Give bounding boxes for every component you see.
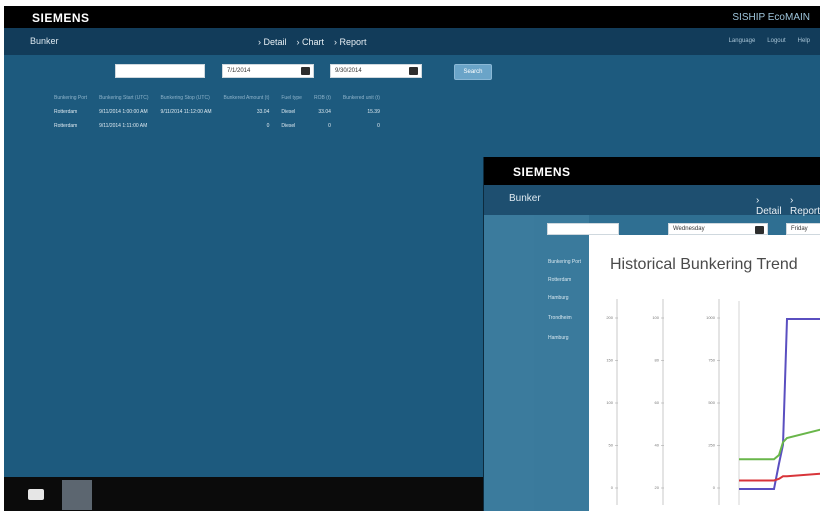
nav-detail[interactable]: › Detail <box>258 37 287 47</box>
tick-label: 200 <box>606 315 613 320</box>
date-from-input[interactable]: 7/1/2014 <box>222 64 314 78</box>
siemens-logo: SIEMENS <box>32 11 90 25</box>
table-header-row: Bunkering Port Bunkering Start (UTC) Bun… <box>48 92 386 105</box>
cell-port: Rotterdam <box>54 109 78 115</box>
top-bar: SIEMENS SISHIP EcoMAIN <box>4 6 820 28</box>
nav-chart-label: Chart <box>302 37 325 47</box>
col-header[interactable]: Bunkered unit (t) <box>337 92 386 105</box>
app-name: SISHIP EcoMAIN <box>732 12 810 23</box>
date-to-input[interactable]: 9/30/2014 <box>330 64 422 78</box>
tick-label: 20 <box>655 485 660 490</box>
front-date-to-value: Friday <box>791 226 808 232</box>
calendar-icon[interactable] <box>409 67 418 75</box>
col-header[interactable]: Bunkered Amount (t) <box>218 92 276 105</box>
taskbar-thumbnail[interactable] <box>62 480 92 510</box>
front-nav-bar: Bunker › Detail › Report <box>484 185 820 217</box>
list-item[interactable]: Hamburg <box>548 335 569 341</box>
tick-label: 60 <box>655 400 660 405</box>
tick-label: 80 <box>655 358 660 363</box>
nav-chart[interactable]: › Chart <box>297 37 325 47</box>
col-header[interactable]: Bunkering Port <box>48 92 93 105</box>
cell-rob: 33.04 <box>318 109 331 115</box>
series-line <box>739 428 820 461</box>
front-date-from-value: Wednesday <box>673 226 705 232</box>
list-item[interactable]: Hamburg <box>548 295 569 301</box>
list-item[interactable]: Bunkering Port <box>548 259 581 265</box>
tick-label: 100 <box>652 315 659 320</box>
cell-fuel: Diesel <box>281 109 296 115</box>
cell-stop: 9/11/2014 11:12:00 AM <box>160 109 212 115</box>
series-line <box>739 318 820 490</box>
front-nav-report[interactable]: › Report <box>790 195 820 217</box>
col-header[interactable]: Fuel type <box>275 92 308 105</box>
nav-links: › Detail › Chart › Report <box>258 37 367 47</box>
tick-label: 0 <box>611 485 614 490</box>
foreground-window: SIEMENS Bunker › Detail › Report Bunkeri… <box>483 157 820 511</box>
nav-utilities: Language Logout Help <box>729 38 810 44</box>
front-page-title: Bunker <box>509 193 541 204</box>
front-date-to[interactable]: Friday <box>786 223 820 235</box>
page-title: Bunker <box>30 36 59 46</box>
list-item[interactable]: Trondheim <box>548 315 572 321</box>
front-nav-detail-label: Detail <box>756 206 782 217</box>
col-header[interactable]: Bunkering Stop (UTC) <box>155 92 218 105</box>
tick-label: 40 <box>655 443 660 448</box>
cell-amount: 0 <box>266 123 270 129</box>
language-link[interactable]: Language <box>729 38 756 44</box>
nav-report[interactable]: › Report <box>334 37 367 47</box>
series-line <box>739 472 820 482</box>
chart-popup: Historical Bunkering Trend 0 50 100 150 200 2… <box>589 235 820 511</box>
cell-unit: 15.39 <box>367 109 380 115</box>
nav-report-label: Report <box>339 37 367 47</box>
bunker-table: Bunkering Port Bunkering Start (UTC) Bun… <box>48 92 386 133</box>
nav-detail-label: Detail <box>263 37 287 47</box>
cell-amount: 33.04 <box>256 109 270 115</box>
tick-label: 150 <box>606 358 613 363</box>
tick-label: 50 <box>609 443 614 448</box>
table-row[interactable]: Rotterdam 9/11/2014 1:00:00 AM 9/11/2014… <box>48 105 386 119</box>
cell-port: Rotterdam <box>54 123 78 129</box>
chart-canvas: 0501001502002040608010002505007501000 <box>606 299 820 505</box>
list-item[interactable]: Rotterdam <box>548 277 571 283</box>
cell-unit: 0 <box>377 123 380 129</box>
cell-fuel: Diesel <box>281 123 296 129</box>
col-header[interactable]: Bunkering Start (UTC) <box>93 92 154 105</box>
table-row[interactable]: Rotterdam 9/11/2014 1:11:00 AM 0 Diesel … <box>48 119 386 133</box>
cell-start: 9/11/2014 1:11:00 AM <box>99 123 148 129</box>
tick-label: 250 <box>708 443 715 448</box>
col-header[interactable]: ROB (t) <box>308 92 337 105</box>
front-nav-links: › Detail › Report <box>756 195 820 217</box>
front-sidebar-list: Bunkering Port Rotterdam Hamburg Trondhe… <box>534 215 589 511</box>
tick-label: 1000 <box>706 315 716 320</box>
tick-label: 0 <box>713 485 716 490</box>
tick-label: 100 <box>606 400 613 405</box>
port-input[interactable] <box>115 64 205 78</box>
date-to-value: 9/30/2014 <box>335 68 362 74</box>
nav-bar: Bunker › Detail › Chart › Report Languag… <box>4 28 820 55</box>
front-date-from[interactable]: Wednesday <box>668 223 768 235</box>
calendar-icon[interactable] <box>301 67 310 75</box>
front-sidebar <box>484 215 534 511</box>
front-top-bar: SIEMENS <box>484 157 820 185</box>
search-button[interactable]: Search <box>454 64 492 80</box>
logout-link[interactable]: Logout <box>767 38 785 44</box>
front-port-input[interactable] <box>547 223 619 235</box>
front-nav-report-label: Report <box>789 206 820 217</box>
date-from-value: 7/1/2014 <box>227 68 251 74</box>
cell-stop <box>155 119 218 133</box>
tick-label: 750 <box>708 358 715 363</box>
tick-label: 500 <box>708 400 715 405</box>
cell-rob: 0 <box>328 123 331 129</box>
siemens-logo: SIEMENS <box>513 165 571 179</box>
help-link[interactable]: Help <box>798 38 810 44</box>
window-switch-icon[interactable] <box>28 489 44 500</box>
front-nav-detail[interactable]: › Detail <box>756 195 782 217</box>
cell-start: 9/11/2014 1:00:00 AM <box>99 109 148 115</box>
calendar-icon[interactable] <box>755 226 764 234</box>
